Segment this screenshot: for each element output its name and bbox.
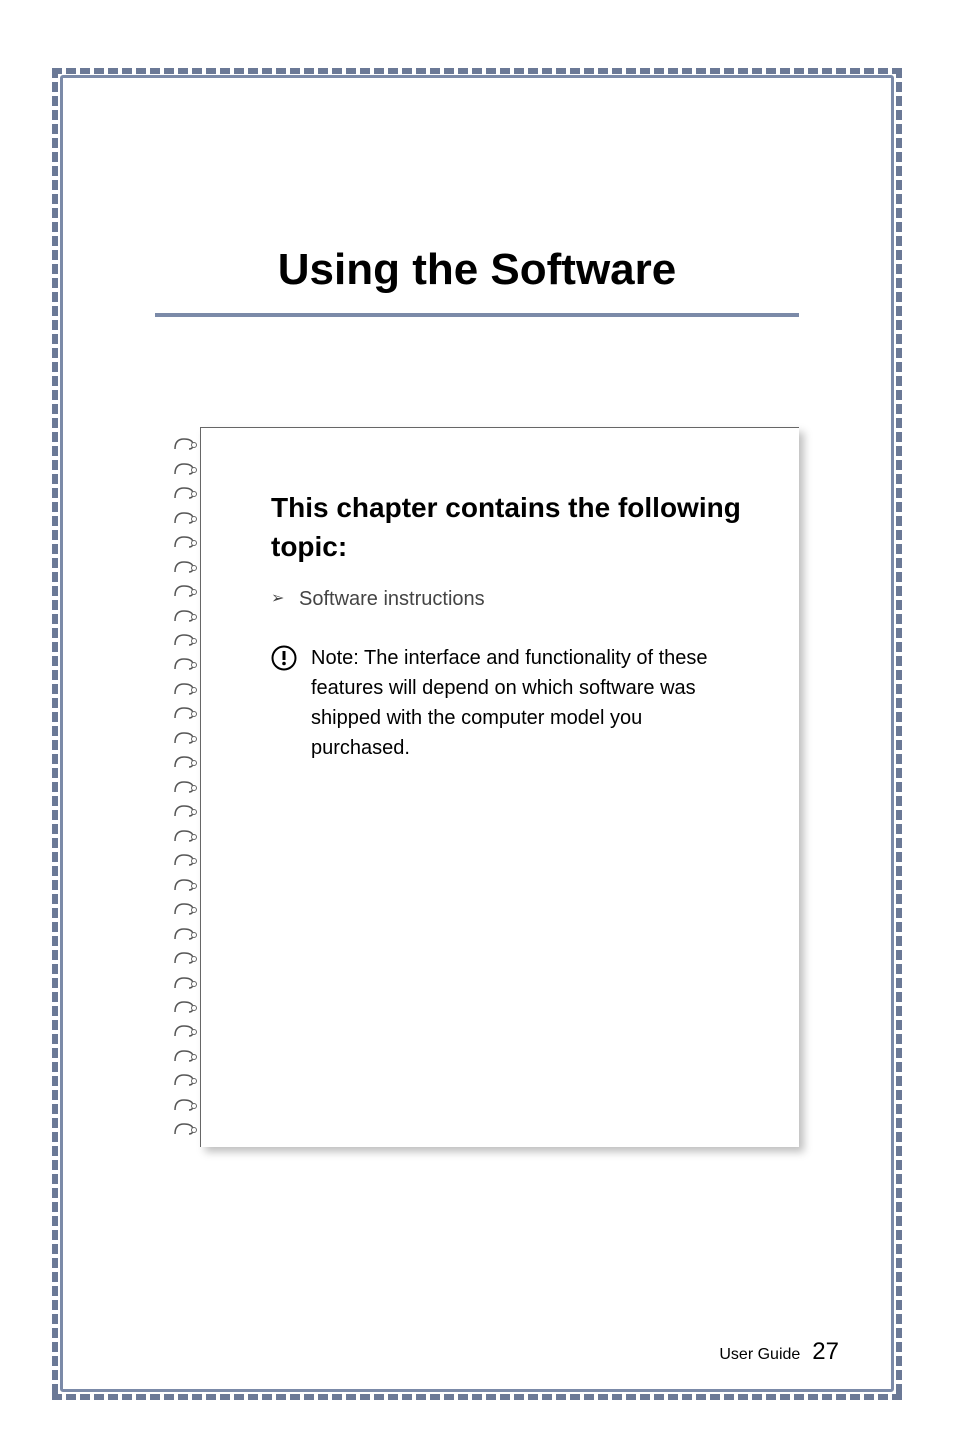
note-text: Note: The interface and functionality of… [311, 643, 759, 763]
topic-list-item: Software instructions [271, 588, 759, 611]
spiral-binding-decoration [172, 432, 212, 1142]
note-body: The interface and functionality of these… [311, 647, 708, 759]
topic-box: This chapter contains the following topi… [200, 427, 799, 1147]
exclamation-icon [271, 645, 297, 671]
note-label: Note: [311, 647, 359, 669]
topic-box-wrapper: This chapter contains the following topi… [200, 427, 799, 1147]
topic-list: Software instructions [271, 588, 759, 611]
page-number: 27 [812, 1338, 839, 1366]
title-underline [155, 313, 799, 317]
note-block: Note: The interface and functionality of… [271, 643, 759, 763]
chapter-title: Using the Software [100, 245, 854, 295]
footer-label: User Guide [719, 1346, 800, 1364]
page-footer: User Guide 27 [719, 1338, 839, 1366]
topic-heading: This chapter contains the following topi… [271, 488, 759, 566]
page-content: Using the Software [60, 75, 894, 1392]
